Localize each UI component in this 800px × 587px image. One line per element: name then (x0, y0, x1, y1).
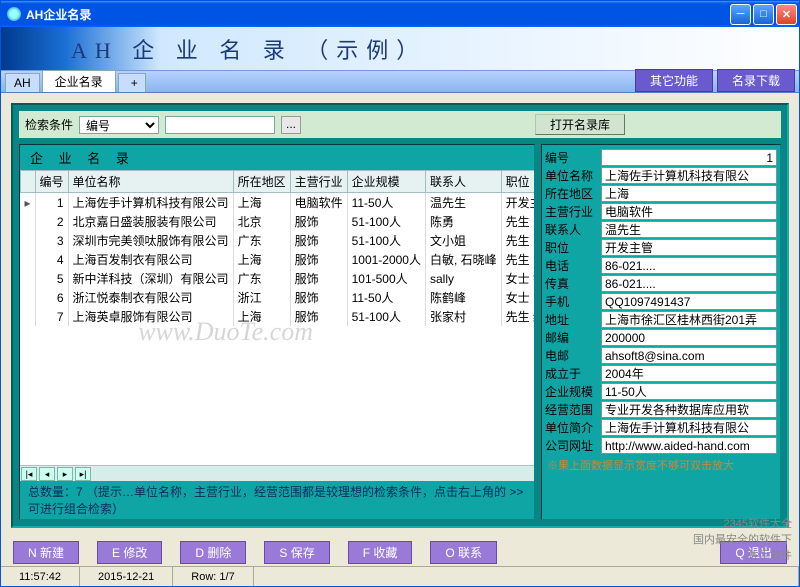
grid-title: 企 业 名 录 (20, 145, 534, 170)
grid-panel: 企 业 名 录 编号单位名称所在地区主营行业企业规模联系人职位 ▸1上海佐手计算… (19, 144, 535, 520)
table-row[interactable]: 6浙江悦泰制衣有限公司浙江服饰11-50人陈鹤峰女士 (21, 288, 535, 307)
btn-contact[interactable]: O 联系 (430, 541, 497, 564)
col-header[interactable]: 单位名称 (68, 171, 233, 193)
lbl-ind: 主营行业 (545, 203, 601, 220)
table-row[interactable]: ▸1上海佐手计算机科技有限公司上海电脑软件11-50人温先生开发主管 (21, 193, 535, 213)
lbl-mobile: 手机 (545, 293, 601, 310)
btn-other-functions[interactable]: 其它功能 (635, 69, 713, 92)
col-header[interactable]: 编号 (35, 171, 68, 193)
status-time: 11:57:42 (1, 567, 80, 586)
lbl-web: 公司网址 (545, 437, 601, 454)
close-button[interactable]: ✕ (776, 4, 797, 25)
status-date: 2015-12-21 (80, 567, 173, 586)
col-header[interactable]: 主营行业 (290, 171, 347, 193)
col-header[interactable]: 企业规模 (347, 171, 425, 193)
btn-exit[interactable]: Q 退出 (720, 541, 787, 564)
statusbar: 11:57:42 2015-12-21 Row: 1/7 (1, 566, 799, 586)
lbl-fax: 传真 (545, 275, 601, 292)
table-row[interactable]: 5新中洋科技（深圳）有限公司广东服饰101-500人sally女士 销售经 (21, 269, 535, 288)
table-row[interactable]: 4上海百发制衣有限公司上海服饰1001-2000人白敏, 石晓峰先生 (21, 250, 535, 269)
window-title: AH企业名录 (26, 6, 730, 23)
btn-save[interactable]: S 保存 (264, 541, 329, 564)
tab-ah[interactable]: AH (5, 73, 40, 92)
tab-directory[interactable]: 企业名录 (42, 70, 116, 92)
fld-zip[interactable] (601, 329, 777, 346)
fld-scale[interactable] (601, 383, 777, 400)
nav-first[interactable]: |◂ (21, 467, 37, 481)
lbl-intro: 单位简介 (545, 419, 601, 436)
data-grid[interactable]: 编号单位名称所在地区主营行业企业规模联系人职位 ▸1上海佐手计算机科技有限公司上… (20, 170, 534, 465)
btn-edit[interactable]: E 修改 (97, 541, 162, 564)
fld-intro[interactable] (601, 419, 777, 436)
fld-fax[interactable] (601, 275, 777, 292)
search-label: 检索条件 (25, 116, 73, 133)
fld-scope[interactable] (601, 401, 777, 418)
lbl-tel: 电话 (545, 257, 601, 274)
lbl-addr: 地址 (545, 311, 601, 328)
fld-addr[interactable] (601, 311, 777, 328)
table-row[interactable]: 7上海英卓服饰有限公司上海服饰51-100人张家村先生 经理 (21, 307, 535, 326)
search-input[interactable] (165, 116, 275, 134)
search-more-button[interactable]: ... (281, 116, 301, 134)
tab-add[interactable]: + (118, 73, 146, 92)
btn-download[interactable]: 名录下载 (717, 69, 795, 92)
fld-name[interactable] (601, 167, 777, 184)
fld-ind[interactable] (601, 203, 777, 220)
lbl-scale: 企业规模 (545, 383, 601, 400)
nav-last[interactable]: ▸| (75, 467, 91, 481)
grid-nav: |◂ ◂ ▸ ▸| (20, 465, 534, 481)
fld-web[interactable] (601, 437, 777, 454)
btn-favorite[interactable]: F 收藏 (348, 541, 413, 564)
lbl-scope: 经营范围 (545, 401, 601, 418)
lbl-name: 单位名称 (545, 167, 601, 184)
lbl-area: 所在地区 (545, 185, 601, 202)
btn-delete[interactable]: D 删除 (180, 541, 246, 564)
nav-prev[interactable]: ◂ (39, 467, 55, 481)
fld-mobile[interactable] (601, 293, 777, 310)
grid-footer: 总数量：7 （提示…单位名称，主营行业，经营范围都是较理想的检索条件，点击右上角… (20, 481, 534, 519)
fld-pos[interactable] (601, 239, 777, 256)
lbl-contact: 联系人 (545, 221, 601, 238)
fld-founded[interactable] (601, 365, 777, 382)
status-row: Row: 1/7 (173, 567, 253, 586)
fld-tel[interactable] (601, 257, 777, 274)
lbl-founded: 成立于 (545, 365, 601, 382)
open-db-button[interactable]: 打开名录库 (535, 114, 625, 135)
table-row[interactable]: 2北京嘉日盛装服装有限公司北京服饰51-100人陈勇先生 (21, 212, 535, 231)
banner: AH 企 业 名 录 （示例） (1, 27, 799, 71)
app-icon (7, 7, 21, 21)
fld-id[interactable] (601, 149, 777, 166)
action-bar: N 新建 E 修改 D 删除 S 保存 F 收藏 O 联系 Q 退出 (1, 538, 799, 566)
lbl-pos: 职位 (545, 239, 601, 256)
banner-title: AH 企 业 名 录 （示例） (71, 33, 426, 65)
minimize-button[interactable]: ─ (730, 4, 751, 25)
main-panel: 检索条件 编号 ... 打开名录库 企 业 名 录 编号单位名称所在地区主营行业… (11, 103, 789, 528)
detail-panel: 编号 单位名称 所在地区 主营行业 联系人 职位 电话 传真 手机 地址 邮编 … (541, 144, 781, 520)
col-header[interactable]: 联系人 (425, 171, 501, 193)
search-field-select[interactable]: 编号 (79, 116, 159, 134)
detail-note: ※果上面数据显示宽度不够可双击放大 (545, 455, 777, 475)
col-header[interactable]: 职位 (501, 171, 534, 193)
fld-area[interactable] (601, 185, 777, 202)
fld-contact[interactable] (601, 221, 777, 238)
table-row[interactable]: 3深圳市完美领呔服饰有限公司广东服饰51-100人文小姐先生 (21, 231, 535, 250)
lbl-id: 编号 (545, 149, 601, 166)
maximize-button[interactable]: □ (753, 4, 774, 25)
lbl-email: 电邮 (545, 347, 601, 364)
tabbar: AH 企业名录 + 其它功能 名录下载 (1, 71, 799, 93)
search-bar: 检索条件 编号 ... 打开名录库 (19, 111, 781, 138)
nav-next[interactable]: ▸ (57, 467, 73, 481)
btn-new[interactable]: N 新建 (13, 541, 79, 564)
lbl-zip: 邮编 (545, 329, 601, 346)
col-header[interactable]: 所在地区 (233, 171, 290, 193)
fld-email[interactable] (601, 347, 777, 364)
titlebar: AH企业名录 ─ □ ✕ (1, 1, 799, 27)
